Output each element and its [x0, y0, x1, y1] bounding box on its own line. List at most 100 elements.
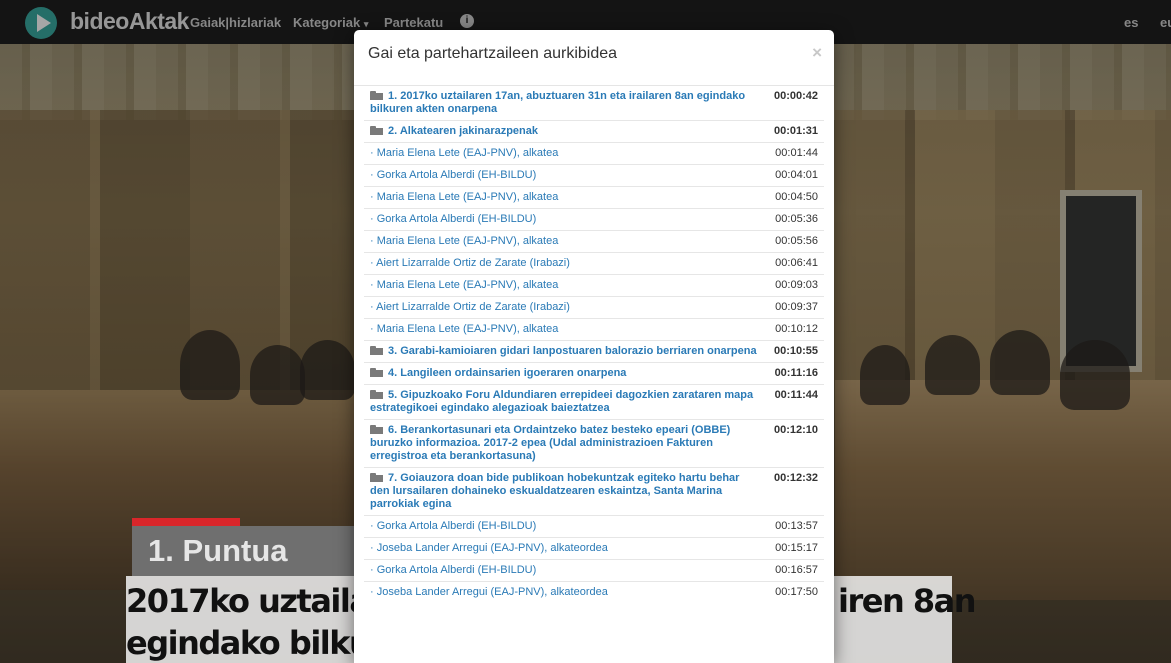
row-title: Maria Elena Lete (EAJ-PNV), alkatea	[376, 235, 559, 247]
modal-title: Gai eta partehartzaileen aurkibidea	[368, 45, 618, 62]
speaker-row[interactable]: · Joseba Lander Arregui (EAJ-PNV), alkat…	[364, 581, 824, 603]
speaker-link[interactable]: · Gorka Artola Alberdi (EH-BILDU)	[370, 564, 766, 577]
row-timestamp: 00:17:50	[775, 586, 818, 598]
row-timestamp: 00:10:55	[773, 345, 818, 357]
speaker-link[interactable]: · Maria Elena Lete (EAJ-PNV), alkatea	[370, 147, 766, 160]
speaker-link[interactable]: · Joseba Lander Arregui (EAJ-PNV), alkat…	[370, 586, 766, 599]
caption-accent-bar	[132, 518, 240, 526]
speaker-row[interactable]: · Aiert Lizarralde Ortiz de Zarate (Irab…	[364, 296, 824, 318]
row-timestamp: 00:09:03	[775, 279, 818, 291]
topic-link[interactable]: 1. 2017ko uztailaren 17an, abuztuaren 31…	[370, 90, 766, 116]
row-title: 3. Garabi-kamioiaren gidari lanpostuaren…	[388, 345, 757, 357]
caption-line-2: egindako bilkur	[126, 624, 386, 662]
speaker-link[interactable]: · Joseba Lander Arregui (EAJ-PNV), alkat…	[370, 542, 766, 555]
topic-link[interactable]: 5. Gipuzkoako Foru Aldundiaren errepidee…	[370, 389, 766, 415]
speaker-link[interactable]: · Maria Elena Lete (EAJ-PNV), alkatea	[370, 191, 766, 204]
row-title: Maria Elena Lete (EAJ-PNV), alkatea	[376, 323, 559, 335]
row-title: Gorka Artola Alberdi (EH-BILDU)	[376, 213, 537, 225]
row-timestamp: 00:16:57	[775, 564, 818, 576]
topic-row[interactable]: 1. 2017ko uztailaren 17an, abuztuaren 31…	[364, 86, 824, 120]
row-title: Joseba Lander Arregui (EAJ-PNV), alkateo…	[376, 586, 608, 598]
row-timestamp: 00:12:10	[773, 424, 818, 436]
row-title: 2. Alkatearen jakinarazpenak	[388, 125, 539, 137]
folder-open-icon	[370, 346, 383, 355]
speaker-link[interactable]: · Maria Elena Lete (EAJ-PNV), alkatea	[370, 279, 766, 292]
speaker-row[interactable]: · Gorka Artola Alberdi (EH-BILDU) 00:05:3…	[364, 208, 824, 230]
bullet-dot: ·	[370, 191, 377, 203]
topic-row[interactable]: 7. Goiauzora doan bide publikoan hobekun…	[364, 467, 824, 515]
row-title: Aiert Lizarralde Ortiz de Zarate (Irabaz…	[376, 301, 570, 313]
speaker-link[interactable]: · Gorka Artola Alberdi (EH-BILDU)	[370, 169, 766, 182]
topic-row[interactable]: 5. Gipuzkoako Foru Aldundiaren errepidee…	[364, 384, 824, 419]
speaker-row[interactable]: · Maria Elena Lete (EAJ-PNV), alkatea 00:…	[364, 186, 824, 208]
bullet-dot: ·	[370, 586, 377, 598]
speaker-row[interactable]: · Joseba Lander Arregui (EAJ-PNV), alkat…	[364, 537, 824, 559]
bullet-dot: ·	[370, 147, 377, 159]
row-timestamp: 00:09:37	[775, 301, 818, 313]
row-title: Joseba Lander Arregui (EAJ-PNV), alkateo…	[376, 542, 608, 554]
topic-row[interactable]: 3. Garabi-kamioiaren gidari lanpostuaren…	[364, 340, 824, 362]
row-title: Aiert Lizarralde Ortiz de Zarate (Irabaz…	[376, 257, 570, 269]
row-title: Maria Elena Lete (EAJ-PNV), alkatea	[376, 191, 559, 203]
row-timestamp: 00:13:57	[775, 520, 818, 532]
row-title: 4. Langileen ordainsarien igoeraren onar…	[388, 367, 627, 379]
speaker-row[interactable]: · Gorka Artola Alberdi (EH-BILDU) 00:13:5…	[364, 515, 824, 537]
row-timestamp: 00:04:50	[775, 191, 818, 203]
speaker-row[interactable]: · Maria Elena Lete (EAJ-PNV), alkatea 00:…	[364, 142, 824, 164]
speaker-link[interactable]: · Maria Elena Lete (EAJ-PNV), alkatea	[370, 235, 766, 248]
topic-link[interactable]: 3. Garabi-kamioiaren gidari lanpostuaren…	[370, 345, 766, 358]
index-modal: Gai eta partehartzaileen aurkibidea × 1.…	[354, 30, 834, 663]
folder-open-icon	[370, 368, 383, 377]
close-icon[interactable]: ×	[812, 43, 822, 63]
row-timestamp: 00:06:41	[775, 257, 818, 269]
bullet-dot: ·	[370, 213, 377, 225]
folder-open-icon	[370, 126, 383, 135]
row-title: Gorka Artola Alberdi (EH-BILDU)	[376, 564, 537, 576]
topic-link[interactable]: 6. Berankortasunari eta Ordaintzeko bate…	[370, 424, 766, 463]
row-timestamp: 00:01:31	[773, 125, 818, 137]
row-timestamp: 00:10:12	[775, 323, 818, 335]
speaker-row[interactable]: · Maria Elena Lete (EAJ-PNV), alkatea 00:…	[364, 230, 824, 252]
row-timestamp: 00:05:36	[775, 213, 818, 225]
topic-row[interactable]: 2. Alkatearen jakinarazpenak 00:01:31	[364, 120, 824, 142]
speaker-row[interactable]: · Gorka Artola Alberdi (EH-BILDU) 00:16:5…	[364, 559, 824, 581]
bullet-dot: ·	[370, 235, 377, 247]
topic-link[interactable]: 7. Goiauzora doan bide publikoan hobekun…	[370, 472, 766, 511]
bullet-dot: ·	[370, 323, 377, 335]
modal-header: Gai eta partehartzaileen aurkibidea ×	[354, 30, 834, 86]
row-timestamp: 00:05:56	[775, 235, 818, 247]
row-timestamp: 00:11:16	[774, 367, 818, 379]
row-timestamp: 00:04:01	[775, 169, 818, 181]
bullet-dot: ·	[370, 542, 377, 554]
topic-row[interactable]: 6. Berankortasunari eta Ordaintzeko bate…	[364, 419, 824, 467]
caption-line-1: 2017ko uztailar	[126, 582, 385, 620]
row-title: 5. Gipuzkoako Foru Aldundiaren errepidee…	[370, 389, 754, 414]
folder-open-icon	[370, 390, 383, 399]
topic-row[interactable]: 4. Langileen ordainsarien igoeraren onar…	[364, 362, 824, 384]
bullet-dot: ·	[370, 279, 377, 291]
caption-point: 1. Puntua	[132, 526, 356, 576]
row-title: Maria Elena Lete (EAJ-PNV), alkatea	[376, 147, 559, 159]
bullet-dot: ·	[370, 564, 377, 576]
row-timestamp: 00:01:44	[775, 147, 818, 159]
row-timestamp: 00:12:32	[773, 472, 818, 484]
speaker-link[interactable]: · Gorka Artola Alberdi (EH-BILDU)	[370, 520, 766, 533]
topic-link[interactable]: 2. Alkatearen jakinarazpenak	[370, 125, 766, 138]
speaker-link[interactable]: · Maria Elena Lete (EAJ-PNV), alkatea	[370, 323, 766, 336]
speaker-link[interactable]: · Aiert Lizarralde Ortiz de Zarate (Irab…	[370, 257, 766, 270]
speaker-row[interactable]: · Maria Elena Lete (EAJ-PNV), alkatea 00:…	[364, 318, 824, 340]
speaker-link[interactable]: · Aiert Lizarralde Ortiz de Zarate (Irab…	[370, 301, 766, 314]
folder-open-icon	[370, 425, 383, 434]
row-title: 6. Berankortasunari eta Ordaintzeko bate…	[370, 424, 731, 462]
topic-link[interactable]: 4. Langileen ordainsarien igoeraren onar…	[370, 367, 766, 380]
speaker-row[interactable]: · Gorka Artola Alberdi (EH-BILDU) 00:04:0…	[364, 164, 824, 186]
speaker-row[interactable]: · Maria Elena Lete (EAJ-PNV), alkatea 00:…	[364, 274, 824, 296]
caption-line-1-right: iren 8an	[838, 582, 977, 620]
folder-open-icon	[370, 91, 383, 100]
row-timestamp: 00:00:42	[773, 90, 818, 102]
speaker-row[interactable]: · Aiert Lizarralde Ortiz de Zarate (Irab…	[364, 252, 824, 274]
speaker-link[interactable]: · Gorka Artola Alberdi (EH-BILDU)	[370, 213, 766, 226]
row-title: 1. 2017ko uztailaren 17an, abuztuaren 31…	[370, 90, 746, 115]
bullet-dot: ·	[370, 520, 377, 532]
modal-body: 1. 2017ko uztailaren 17an, abuztuaren 31…	[364, 86, 824, 603]
